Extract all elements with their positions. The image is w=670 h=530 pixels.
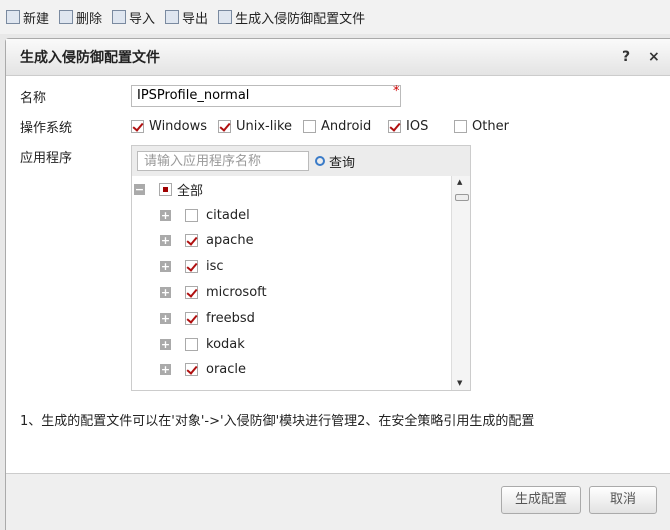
tree-item-oracle[interactable]: + oracle <box>160 360 246 380</box>
tree-root[interactable]: − 全部 <box>134 179 203 199</box>
tree-item-citadel[interactable]: + citadel <box>160 205 250 225</box>
expand-icon[interactable]: + <box>160 209 171 221</box>
tree-item-apache[interactable]: + apache <box>160 231 254 251</box>
toolbar: 新建 删除 导入 导出 生成入侵防御配置文件 <box>0 0 670 34</box>
search-icon <box>315 156 325 166</box>
toolbar-generate-button[interactable]: 生成入侵防御配置文件 <box>218 8 365 27</box>
name-input[interactable] <box>131 85 401 107</box>
generate-button[interactable]: 生成配置 <box>501 486 581 514</box>
delete-icon <box>59 10 74 24</box>
toolbar-label: 导入 <box>129 11 156 27</box>
root-checkbox[interactable] <box>159 182 172 196</box>
tree-item-label: microsoft <box>206 284 267 300</box>
app-checkbox[interactable] <box>185 260 198 274</box>
scrollbar[interactable]: ▲ ▼ <box>451 176 470 390</box>
search-label: 查询 <box>329 155 356 171</box>
help-button[interactable]: ? <box>622 49 630 65</box>
cancel-button[interactable]: 取消 <box>589 486 657 514</box>
expand-icon[interactable]: + <box>160 261 171 273</box>
tree-item-label: kodak <box>206 336 245 352</box>
search-button[interactable]: 查询 <box>315 152 355 171</box>
dialog-footer: 生成配置 取消 <box>6 473 670 530</box>
tree-item-freebsd[interactable]: + freebsd <box>160 308 255 328</box>
os-option-label: Unix-like <box>236 119 293 134</box>
app-checkbox[interactable] <box>185 285 198 299</box>
os-option-unix-like[interactable]: Unix-like <box>218 119 292 134</box>
os-option-other[interactable]: Other <box>454 119 509 134</box>
app-checkbox[interactable] <box>185 234 198 248</box>
generate-icon <box>218 10 233 24</box>
app-label: 应用程序 <box>20 151 73 166</box>
app-checkbox[interactable] <box>185 208 198 222</box>
tree-item-kodak[interactable]: + kodak <box>160 334 245 354</box>
os-checkbox[interactable] <box>454 120 467 133</box>
dialog-title: 生成入侵防御配置文件 <box>6 39 670 76</box>
os-option-label: Other <box>472 119 509 134</box>
app-checkbox[interactable] <box>185 337 198 351</box>
tree-item-label: apache <box>206 233 254 249</box>
help-note: 1、生成的配置文件可以在'对象'->'入侵防御'模块进行管理2、在安全策略引用生… <box>20 414 535 429</box>
new-icon <box>6 10 20 24</box>
export-icon <box>165 10 180 24</box>
toolbar-label: 删除 <box>76 11 103 27</box>
os-option-label: IOS <box>406 119 429 134</box>
toolbar-import-button[interactable]: 导入 <box>112 8 155 27</box>
expand-icon[interactable]: + <box>160 312 171 324</box>
os-checkbox[interactable] <box>131 120 144 133</box>
tree-item-isc[interactable]: + isc <box>160 257 224 277</box>
expand-icon[interactable]: + <box>160 364 171 376</box>
required-mark: * <box>393 84 400 99</box>
os-option-label: Android <box>321 119 372 134</box>
tree-item-label: oracle <box>206 362 247 378</box>
tree-item-label: isc <box>206 259 224 275</box>
os-checkbox[interactable] <box>218 120 231 133</box>
toolbar-label: 新建 <box>23 11 50 27</box>
app-tree: 请输入应用程序名称 查询 − 全部 + citadel + apache + isc + mi… <box>131 145 471 391</box>
tree-item-microsoft[interactable]: + microsoft <box>160 282 267 302</box>
close-button[interactable]: × <box>648 49 660 65</box>
generate-ips-profile-dialog: 生成入侵防御配置文件 ? × 名称 * 操作系统 Windows Unix-lik… <box>5 38 670 530</box>
toolbar-export-button[interactable]: 导出 <box>165 8 208 27</box>
os-option-ios[interactable]: IOS <box>388 119 428 134</box>
expand-icon[interactable]: + <box>160 286 171 298</box>
app-search-input[interactable]: 请输入应用程序名称 <box>137 151 309 171</box>
root-label: 全部 <box>177 183 204 199</box>
name-label: 名称 <box>20 91 47 106</box>
toolbar-label: 生成入侵防御配置文件 <box>235 11 366 27</box>
os-option-windows[interactable]: Windows <box>131 119 207 134</box>
os-label: 操作系统 <box>20 121 73 136</box>
toolbar-label: 导出 <box>182 11 209 27</box>
os-option-android[interactable]: Android <box>303 119 371 134</box>
tree-item-label: freebsd <box>206 310 255 326</box>
collapse-icon[interactable]: − <box>134 183 145 195</box>
app-checkbox[interactable] <box>185 363 198 377</box>
toolbar-new-button[interactable]: 新建 <box>6 8 49 27</box>
expand-icon[interactable]: + <box>160 338 171 350</box>
os-option-label: Windows <box>149 119 208 134</box>
os-checkbox[interactable] <box>303 120 316 133</box>
import-icon <box>112 10 127 24</box>
app-checkbox[interactable] <box>185 311 198 325</box>
expand-icon[interactable]: + <box>160 235 171 247</box>
os-checkbox[interactable] <box>388 120 401 133</box>
tree-item-label: citadel <box>206 207 250 223</box>
toolbar-delete-button[interactable]: 删除 <box>59 8 102 27</box>
